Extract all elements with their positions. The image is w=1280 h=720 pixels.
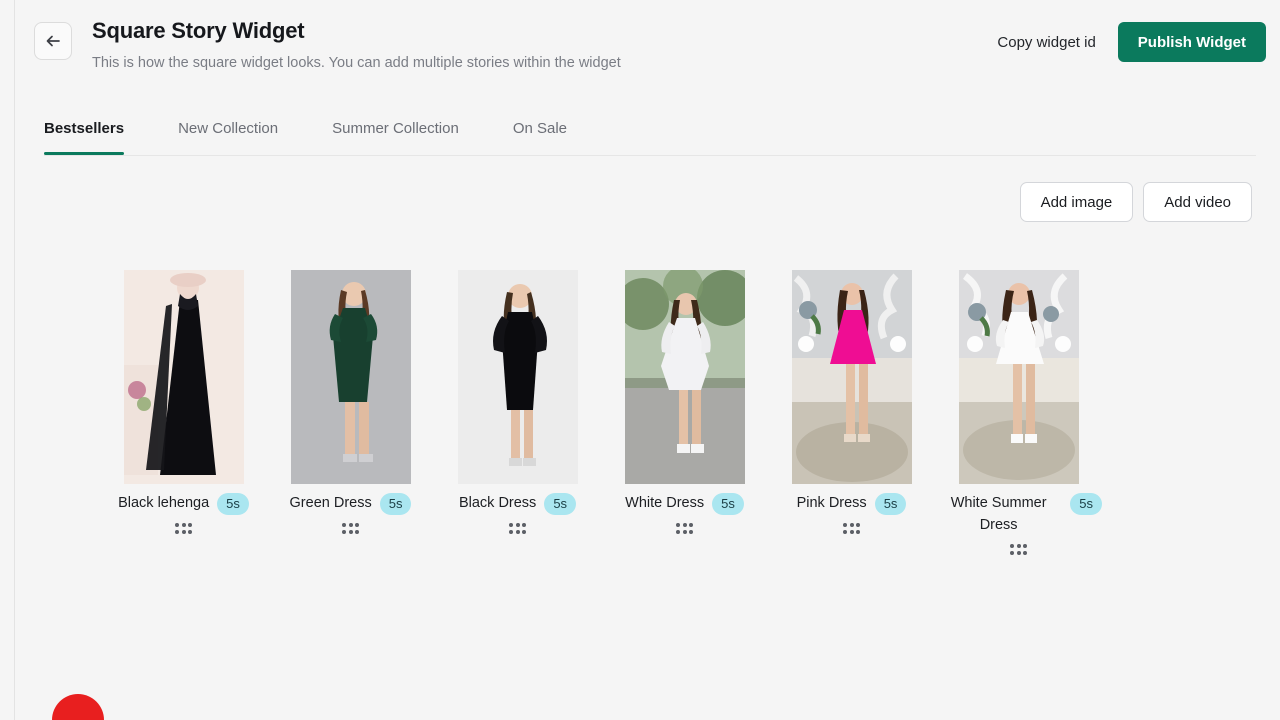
story-drag-handle[interactable]: [843, 523, 860, 534]
title-block: Square Story Widget This is how the squa…: [92, 16, 621, 74]
story-meta: White Dress 5s: [601, 492, 768, 515]
back-button[interactable]: [34, 22, 72, 60]
story-meta: Pink Dress 5s: [768, 492, 935, 515]
publish-widget-button[interactable]: Publish Widget: [1118, 22, 1266, 62]
story-title: Black Dress: [459, 492, 536, 514]
story-card[interactable]: Black lehenga 5s: [100, 270, 267, 555]
page-header: Square Story Widget This is how the squa…: [16, 0, 1280, 104]
story-thumbnail[interactable]: [625, 270, 745, 484]
story-card[interactable]: Green Dress 5s: [267, 270, 434, 555]
story-card[interactable]: White Dress 5s: [601, 270, 768, 555]
copy-widget-id-button[interactable]: Copy widget id: [997, 34, 1095, 51]
story-title: Black lehenga: [118, 492, 209, 514]
story-title: Pink Dress: [797, 492, 867, 514]
story-duration-badge[interactable]: 5s: [875, 493, 907, 515]
story-duration-badge[interactable]: 5s: [380, 493, 412, 515]
arrow-left-icon: [44, 32, 62, 50]
story-thumbnail[interactable]: [458, 270, 578, 484]
story-drag-handle[interactable]: [676, 523, 693, 534]
story-duration-badge[interactable]: 5s: [1070, 493, 1102, 515]
story-drag-handle[interactable]: [175, 523, 192, 534]
add-video-button[interactable]: Add video: [1143, 182, 1252, 222]
story-toolbar: Add image Add video: [16, 182, 1252, 222]
story-title: White Dress: [625, 492, 704, 514]
widget-editor-page: Square Story Widget This is how the squa…: [16, 0, 1280, 720]
story-drag-handle[interactable]: [342, 523, 359, 534]
page-subtitle: This is how the square widget looks. You…: [92, 52, 621, 74]
story-title: White Summer Dress: [935, 492, 1062, 536]
tab-new-collection[interactable]: New Collection: [178, 110, 306, 155]
story-meta: Black Dress 5s: [434, 492, 601, 515]
story-card[interactable]: Black Dress 5s: [434, 270, 601, 555]
story-meta: White Summer Dress 5s: [935, 492, 1102, 536]
story-thumbnail[interactable]: [792, 270, 912, 484]
left-rail: [0, 0, 15, 720]
story-drag-handle[interactable]: [509, 523, 526, 534]
story-duration-badge[interactable]: 5s: [712, 493, 744, 515]
story-card[interactable]: Pink Dress 5s: [768, 270, 935, 555]
tab-on-sale[interactable]: On Sale: [513, 110, 595, 155]
add-image-button[interactable]: Add image: [1020, 182, 1134, 222]
story-thumbnail[interactable]: [959, 270, 1079, 484]
tab-summer-collection[interactable]: Summer Collection: [332, 110, 487, 155]
story-meta: Green Dress 5s: [267, 492, 434, 515]
header-actions: Copy widget id Publish Widget: [997, 22, 1266, 62]
story-duration-badge[interactable]: 5s: [544, 493, 576, 515]
story-duration-badge[interactable]: 5s: [217, 493, 249, 515]
story-grid: Black lehenga 5s Green Dress 5s: [100, 270, 1280, 555]
page-title: Square Story Widget: [92, 16, 621, 46]
story-thumbnail[interactable]: [124, 270, 244, 484]
story-drag-handle[interactable]: [1010, 544, 1027, 555]
collection-tabs: Bestsellers New Collection Summer Collecti…: [44, 110, 1256, 156]
help-fab[interactable]: [52, 694, 104, 720]
tab-bestsellers[interactable]: Bestsellers: [44, 110, 152, 155]
story-meta: Black lehenga 5s: [100, 492, 267, 515]
story-card[interactable]: White Summer Dress 5s: [935, 270, 1102, 555]
story-title: Green Dress: [290, 492, 372, 514]
story-thumbnail[interactable]: [291, 270, 411, 484]
